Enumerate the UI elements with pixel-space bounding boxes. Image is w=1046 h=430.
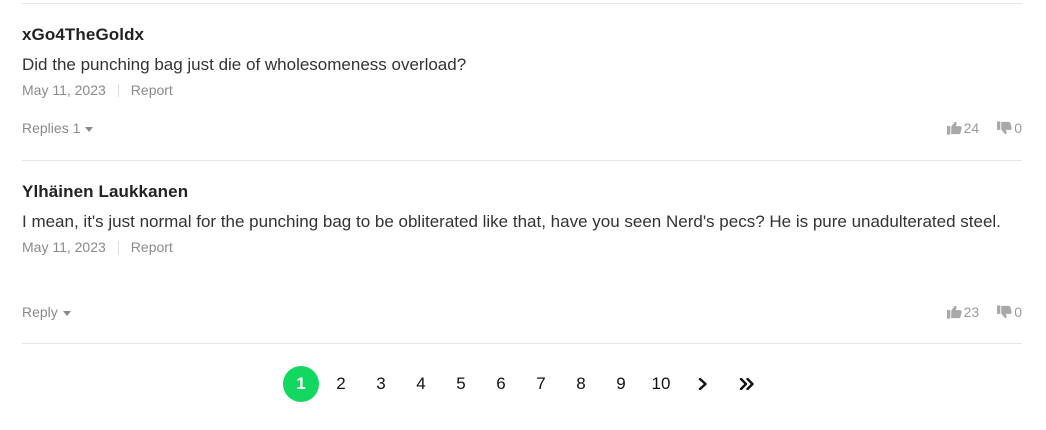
comment-date: May 11, 2023 (22, 82, 106, 98)
page-2-button[interactable]: 2 (323, 366, 359, 402)
comment-date: May 11, 2023 (22, 239, 106, 255)
comment-item: xGo4TheGoldx Did the punching bag just d… (22, 22, 1022, 136)
like-button[interactable]: 24 (946, 120, 980, 136)
comment-meta: May 11, 2023 Report (22, 237, 1022, 257)
last-page-button[interactable] (727, 366, 767, 402)
thumbs-up-icon (946, 305, 962, 319)
divider (22, 160, 1022, 161)
divider (22, 343, 1022, 344)
page-1-button[interactable]: 1 (283, 366, 319, 402)
reply-toggle[interactable]: Reply (22, 304, 71, 320)
thumbs-up-icon (946, 121, 962, 135)
dislike-count: 0 (1014, 120, 1022, 136)
dislike-count: 0 (1014, 304, 1022, 320)
comment-actions: Replies 1 24 0 (22, 120, 1022, 136)
double-chevron-right-icon (739, 378, 754, 390)
caret-down-icon (62, 310, 71, 316)
page-7-button[interactable]: 7 (523, 366, 559, 402)
dislike-button[interactable]: 0 (997, 304, 1022, 320)
like-count: 24 (963, 120, 980, 136)
like-count: 23 (963, 304, 980, 320)
comment-text: I mean, it's just normal for the punchin… (22, 212, 1001, 231)
dislike-button[interactable]: 0 (997, 120, 1022, 136)
pagination: 1 2 3 4 5 6 7 8 9 10 (283, 366, 767, 402)
comment-text: Did the punching bag just die of wholeso… (22, 55, 467, 74)
report-link[interactable]: Report (131, 82, 173, 98)
meta-separator (117, 240, 119, 254)
comments-section: xGo4TheGoldx Did the punching bag just d… (0, 0, 1046, 430)
divider (22, 3, 1022, 4)
thumbs-down-icon (997, 121, 1012, 135)
reply-label: Reply (22, 304, 58, 320)
comment-username[interactable]: Ylhäinen Laukkanen (22, 179, 1022, 205)
vote-group: 23 0 (946, 304, 1022, 320)
thumbs-down-icon (997, 305, 1012, 319)
next-page-button[interactable] (683, 366, 723, 402)
comment-item: Ylhäinen Laukkanen I mean, it's just nor… (22, 179, 1022, 320)
meta-separator (117, 83, 119, 97)
comment-meta: May 11, 2023 Report (22, 80, 1022, 100)
page-6-button[interactable]: 6 (483, 366, 519, 402)
replies-toggle[interactable]: Replies 1 (22, 120, 94, 136)
page-3-button[interactable]: 3 (363, 366, 399, 402)
page-10-button[interactable]: 10 (643, 366, 679, 402)
page-9-button[interactable]: 9 (603, 366, 639, 402)
comment-username[interactable]: xGo4TheGoldx (22, 22, 1022, 48)
report-link[interactable]: Report (131, 239, 173, 255)
caret-down-icon (85, 126, 94, 132)
comment-actions: Reply 23 0 (22, 304, 1022, 320)
replies-label: Replies 1 (22, 120, 81, 136)
chevron-right-icon (698, 378, 707, 390)
vote-group: 24 0 (946, 120, 1022, 136)
page-4-button[interactable]: 4 (403, 366, 439, 402)
page-5-button[interactable]: 5 (443, 366, 479, 402)
like-button[interactable]: 23 (946, 304, 980, 320)
page-8-button[interactable]: 8 (563, 366, 599, 402)
